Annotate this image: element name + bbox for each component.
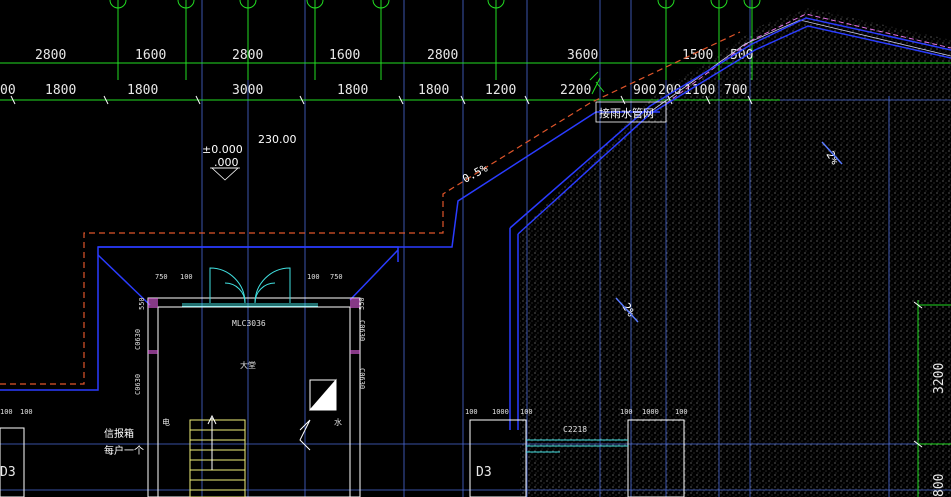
dim-second-6: 1800 [418, 83, 449, 98]
door-code: MLC3036 [232, 319, 266, 328]
dim-second-3: 1800 [127, 83, 158, 98]
water-label: 水 [334, 417, 342, 427]
elevation-lower: .000 [214, 156, 239, 169]
dim-bl-2: 1000 [492, 408, 509, 416]
paving-hatch-area [520, 8, 951, 497]
dim-bl-1: 100 [465, 408, 478, 416]
dim-second-5: 1800 [337, 83, 368, 98]
dim-side-1: 550 [138, 297, 146, 310]
room-labels: MLC3036 大堂 C2218 电 水 信报箱 每户一个 [104, 319, 587, 457]
dim-top-7: 1500 [682, 48, 713, 63]
dim-second-10: 200 [658, 83, 681, 98]
electric-label: 电 [162, 417, 170, 427]
dim-second-8: 2200 [560, 83, 591, 98]
dim-top-6: 3600 [567, 48, 598, 63]
stair-arrow [207, 414, 217, 470]
dim-tr-2: 750 [330, 273, 343, 281]
dim-top-1: 2800 [35, 48, 66, 63]
stairs [189, 419, 246, 497]
dim-right-2: 800 [932, 474, 947, 497]
dim-br-1: 100 [620, 408, 633, 416]
dimension-row-second: 00 1800 1800 3000 1800 1800 1200 2200 90… [0, 83, 747, 98]
elevation-mark: ±0.000 .000 230.00 [202, 133, 297, 181]
dim-second-4: 3000 [232, 83, 263, 98]
dim-second-9: 900 [633, 83, 656, 98]
elevation-upper: ±0.000 [202, 143, 243, 156]
window-code-3: C0630 [358, 320, 366, 341]
dim-second-12: 700 [724, 83, 747, 98]
dim-tl-2: 100 [180, 273, 193, 281]
dim-right-1: 3200 [932, 363, 947, 394]
dim-misc-2: 100 [20, 408, 33, 416]
letterbox-label: 信报箱 [104, 427, 134, 440]
window-code-c2218: C2218 [563, 425, 587, 434]
per-household-label: 每户一个 [104, 444, 144, 457]
rain-pipe-label: 接雨水管网 [599, 106, 654, 120]
window-code-1: C0630 [134, 329, 142, 350]
dimension-row-top: 2800 1600 2800 1600 2800 3600 1500 500 [35, 48, 753, 63]
slope-1: 0.5% [460, 162, 490, 186]
dim-tr-1: 100 [307, 273, 320, 281]
dim-top-4: 1600 [329, 48, 360, 63]
dim-tl-1: 750 [155, 273, 168, 281]
room-tag-1: D3 [0, 465, 16, 480]
window-code-2: C0630 [134, 374, 142, 395]
dim-second-2: 1800 [45, 83, 76, 98]
dim-top-2: 1600 [135, 48, 166, 63]
dim-side-2: 550 [358, 297, 366, 310]
dim-second-7: 1200 [485, 83, 516, 98]
dim-second-1: 00 [0, 83, 16, 98]
dim-top-3: 2800 [232, 48, 263, 63]
cad-drawing-canvas[interactable]: 2800 1600 2800 1600 2800 3600 1500 500 0… [0, 0, 951, 497]
hall-label: 大堂 [240, 360, 256, 370]
room-tag-2: D3 [476, 465, 492, 480]
elevation-value: 230.00 [258, 133, 297, 146]
dim-top-5: 2800 [427, 48, 458, 63]
dim-bl-3: 100 [520, 408, 533, 416]
dim-misc-1: 100 [0, 408, 13, 416]
dim-br-2: 1000 [642, 408, 659, 416]
dim-br-3: 100 [675, 408, 688, 416]
window-code-4: C0630 [358, 368, 366, 389]
